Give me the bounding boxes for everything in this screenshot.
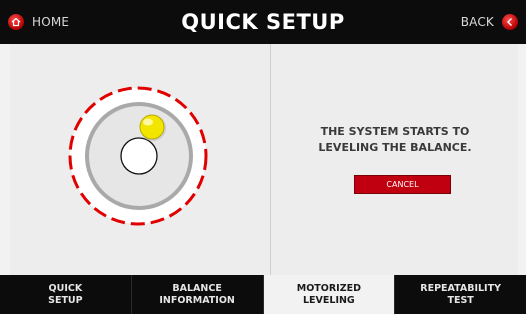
quick-setup-screen: HOME QUICK SETUP BACK THE SYSTEM STARTS …	[0, 0, 526, 314]
bottom-navigation: QUICK SETUP BALANCE INFORMATION MOTORIZE…	[0, 275, 526, 314]
level-target-circle	[120, 137, 158, 175]
top-bar: HOME QUICK SETUP BACK	[0, 0, 526, 44]
back-button[interactable]: BACK	[461, 8, 518, 36]
level-bubble	[139, 114, 165, 140]
back-label: BACK	[460, 15, 494, 29]
cancel-button[interactable]: CANCEL	[354, 175, 451, 194]
content-area: THE SYSTEM STARTS TO LEVELING THE BALANC…	[10, 44, 518, 275]
tab-quick-setup[interactable]: QUICK SETUP	[0, 275, 132, 314]
leveling-pane	[10, 44, 271, 275]
tab-repeatability-test[interactable]: REPEATABILITY TEST	[395, 275, 526, 314]
page-title: QUICK SETUP	[181, 10, 345, 34]
back-arrow-icon	[502, 14, 518, 30]
tab-motorized-leveling[interactable]: MOTORIZED LEVELING	[263, 275, 396, 314]
level-indicator	[68, 86, 208, 226]
tab-balance-information[interactable]: BALANCE INFORMATION	[132, 275, 264, 314]
status-pane: THE SYSTEM STARTS TO LEVELING THE BALANC…	[272, 44, 518, 275]
leveling-message: THE SYSTEM STARTS TO LEVELING THE BALANC…	[318, 125, 472, 154]
